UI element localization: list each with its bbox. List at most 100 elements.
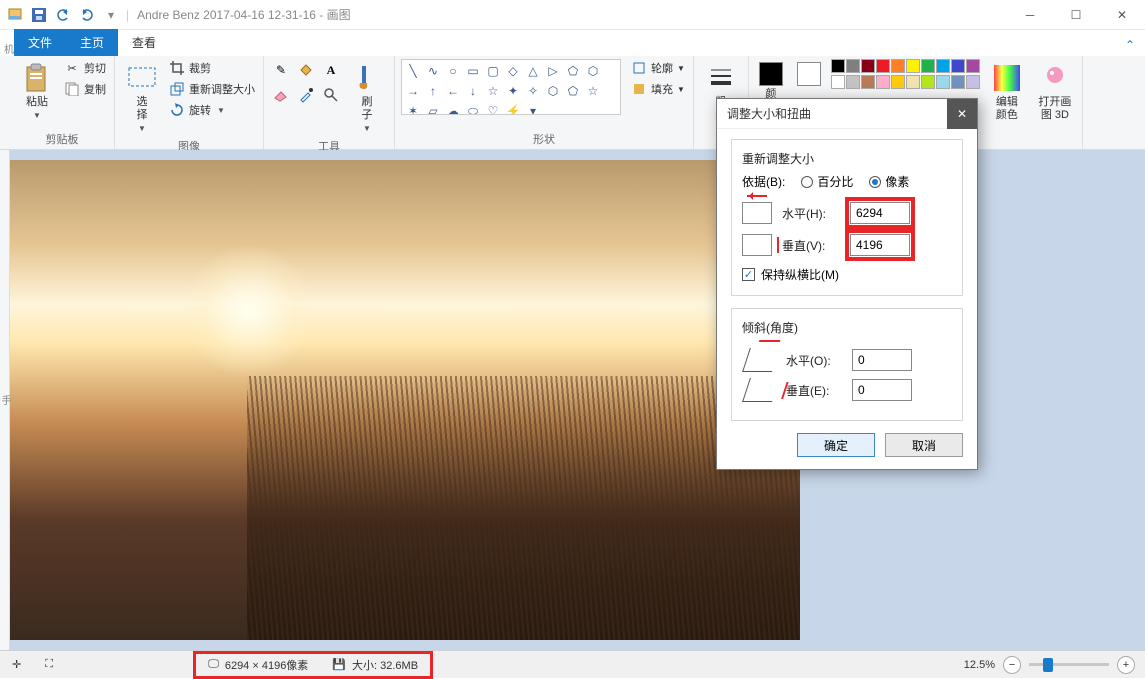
color-swatch[interactable]	[861, 59, 875, 73]
text-tool[interactable]: A	[320, 59, 342, 81]
fill-tool[interactable]	[295, 59, 317, 81]
close-button[interactable]: ✕	[1099, 0, 1145, 30]
redo-icon[interactable]	[78, 6, 96, 24]
ribbon-tabs: 机 文件 主页 查看 ⌃	[0, 30, 1145, 56]
tab-home[interactable]: 主页	[66, 29, 118, 56]
left-stub: 机	[4, 41, 14, 56]
open-3d-button[interactable]: 打开画 图 3D	[1034, 59, 1076, 125]
brush-button[interactable]: 刷 子 ▼	[346, 59, 388, 136]
color-swatch[interactable]	[906, 75, 920, 89]
ribbon-collapse-icon[interactable]: ⌃	[1115, 34, 1145, 56]
left-panel-stub: 手	[0, 150, 10, 650]
copy-button[interactable]: 复制	[62, 80, 108, 98]
color-swatch[interactable]	[891, 75, 905, 89]
dialog-titlebar[interactable]: 调整大小和扭曲 ✕	[717, 99, 977, 129]
canvas-image	[10, 160, 800, 640]
status-bar: ✛ ⛶ 🖵6294 × 4196像素 💾大小: 32.6MB 12.5% − +	[0, 650, 1145, 678]
vertical-icon	[742, 234, 772, 256]
skew-fieldset: 倾斜(角度) 水平(O): 垂直(E):	[731, 308, 963, 421]
color-swatch[interactable]	[951, 59, 965, 73]
selection-size: ⛶	[33, 651, 193, 678]
rotate-button[interactable]: 旋转▼	[167, 101, 257, 119]
group-shapes: ╲∿○▭▢◇△▷⬠ ⬡→↑←↓☆✦✧⬡ ⬠☆✶▱☁⬭♡⚡▾ 轮廓▼ 填充▼ 形状	[395, 56, 694, 149]
group-clipboard: 粘贴 ▼ ✂剪切 复制 剪贴板	[10, 56, 115, 149]
cancel-button[interactable]: 取消	[885, 433, 963, 457]
title-bar: ▾ | Andre Benz 2017-04-16 12-31-16 - 画图 …	[0, 0, 1145, 30]
resize-height-input[interactable]	[850, 234, 910, 256]
palette-row2[interactable]	[831, 75, 980, 89]
zoom-slider[interactable]	[1029, 663, 1109, 666]
fillshape-icon	[631, 81, 647, 97]
app-icon	[6, 6, 24, 24]
window-title: Andre Benz 2017-04-16 12-31-16 - 画图	[129, 6, 1007, 23]
crop-button[interactable]: 裁剪	[167, 59, 257, 77]
cut-button[interactable]: ✂剪切	[62, 59, 108, 77]
edit-colors-button[interactable]: 编辑 颜色	[986, 59, 1028, 125]
zoom-level: 12.5%	[964, 659, 995, 671]
skew-h-input[interactable]	[852, 349, 912, 371]
color-swatch[interactable]	[861, 75, 875, 89]
color-swatch[interactable]	[891, 59, 905, 73]
color-swatch[interactable]	[936, 75, 950, 89]
outline-button[interactable]: 轮廓▼	[629, 59, 687, 77]
group-image: 选 择 ▼ 裁剪 重新调整大小 旋转▼ 图像	[115, 56, 264, 149]
zoom-in-button[interactable]: +	[1117, 656, 1135, 674]
status-filesize: 大小: 32.6MB	[352, 657, 418, 673]
shapes-gallery[interactable]: ╲∿○▭▢◇△▷⬠ ⬡→↑←↓☆✦✧⬡ ⬠☆✶▱☁⬭♡⚡▾	[401, 59, 621, 115]
color-swatch[interactable]	[876, 75, 890, 89]
color-swatch[interactable]	[846, 75, 860, 89]
outline-icon	[631, 60, 647, 76]
color-swatch[interactable]	[831, 75, 845, 89]
skew-v-input[interactable]	[852, 379, 912, 401]
ok-button[interactable]: 确定	[797, 433, 875, 457]
horizontal-icon	[742, 202, 772, 224]
resize-dialog: 调整大小和扭曲 ✕ 重新调整大小 依据(B): 百分比 像素 水平(H): 垂直…	[716, 98, 978, 470]
color-swatch[interactable]	[921, 75, 935, 89]
tab-view[interactable]: 查看	[118, 29, 170, 56]
disk-icon: 💾	[332, 658, 346, 671]
skew-v-icon	[742, 378, 780, 402]
pencil-tool[interactable]: ✎	[270, 59, 292, 81]
cursor-pos: ✛	[0, 651, 33, 678]
picker-tool[interactable]	[295, 84, 317, 106]
resize-icon	[169, 81, 185, 97]
zoom-out-button[interactable]: −	[1003, 656, 1021, 674]
color-swatch[interactable]	[876, 59, 890, 73]
magnifier-tool[interactable]	[320, 84, 342, 106]
rotate-icon	[169, 102, 185, 118]
eraser-tool[interactable]	[270, 84, 292, 106]
color-swatch[interactable]	[921, 59, 935, 73]
color-swatch[interactable]	[936, 59, 950, 73]
tab-file[interactable]: 文件	[14, 29, 66, 56]
maximize-button[interactable]: ☐	[1053, 0, 1099, 30]
color-swatch[interactable]	[846, 59, 860, 73]
skew-h-icon	[742, 348, 780, 372]
crop-icon	[169, 60, 185, 76]
copy-icon	[64, 81, 80, 97]
keep-ratio-checkbox[interactable]: ✓保持纵横比(M)	[742, 266, 952, 283]
paste-button[interactable]: 粘贴 ▼	[16, 59, 58, 123]
palette-row1[interactable]	[831, 59, 980, 73]
color-swatch[interactable]	[906, 59, 920, 73]
color-swatch[interactable]	[951, 75, 965, 89]
save-icon[interactable]	[30, 6, 48, 24]
selection-icon: ⛶	[45, 658, 53, 671]
minimize-button[interactable]: ─	[1007, 0, 1053, 30]
dialog-close-button[interactable]: ✕	[947, 99, 977, 129]
color2-button[interactable]	[793, 59, 825, 89]
radio-pixels[interactable]: 像素	[869, 173, 909, 190]
resize-fieldset: 重新调整大小 依据(B): 百分比 像素 水平(H): 垂直(V): ✓保持纵横…	[731, 139, 963, 296]
scissors-icon: ✂	[64, 60, 80, 76]
resize-width-input[interactable]	[850, 202, 910, 224]
status-highlight: 🖵6294 × 4196像素 💾大小: 32.6MB	[193, 651, 433, 679]
radio-percent[interactable]: 百分比	[801, 173, 853, 190]
undo-icon[interactable]	[54, 6, 72, 24]
group-tools: ✎ A 刷 子 ▼ 工具	[264, 56, 395, 149]
color-swatch[interactable]	[831, 59, 845, 73]
select-button[interactable]: 选 择 ▼	[121, 59, 163, 136]
qat-dropdown-icon[interactable]: ▾	[102, 6, 120, 24]
fill-button[interactable]: 填充▼	[629, 80, 687, 98]
color-swatch[interactable]	[966, 59, 980, 73]
color-swatch[interactable]	[966, 75, 980, 89]
resize-button[interactable]: 重新调整大小	[167, 80, 257, 98]
